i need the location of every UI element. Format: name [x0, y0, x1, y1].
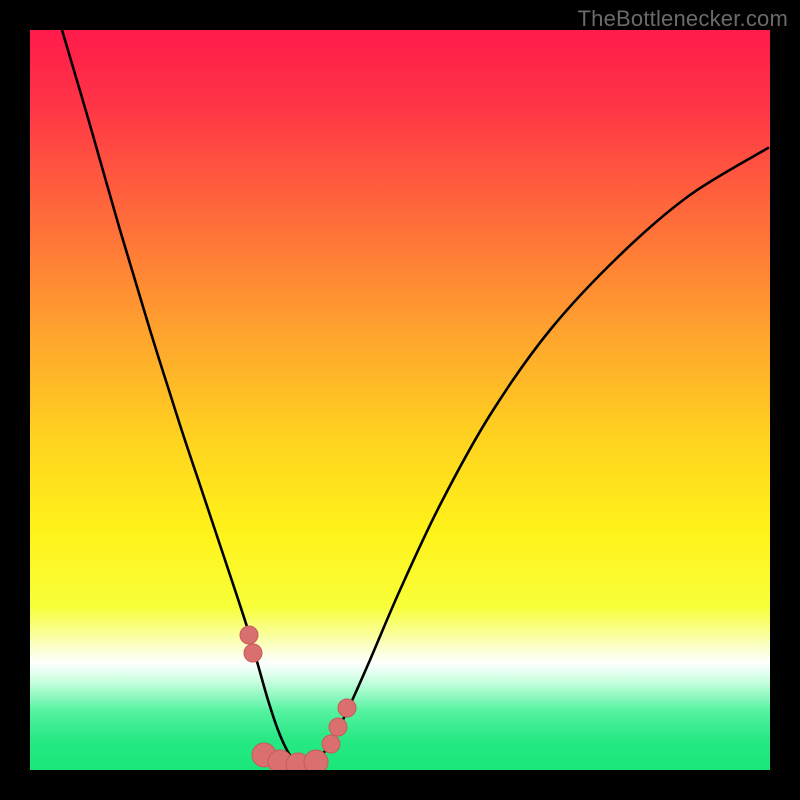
- bottleneck-curve: [62, 30, 768, 766]
- watermark-text: TheBottlenecker.com: [578, 6, 788, 32]
- plot-area: [30, 30, 770, 770]
- chart-frame: TheBottlenecker.com: [0, 0, 800, 800]
- curve-marker: [240, 626, 258, 644]
- curve-marker: [304, 750, 328, 770]
- curve-marker: [322, 735, 340, 753]
- curve-marker: [244, 644, 262, 662]
- chart-svg: [30, 30, 770, 770]
- marker-group: [240, 626, 356, 770]
- curve-marker: [329, 718, 347, 736]
- curve-marker: [338, 699, 356, 717]
